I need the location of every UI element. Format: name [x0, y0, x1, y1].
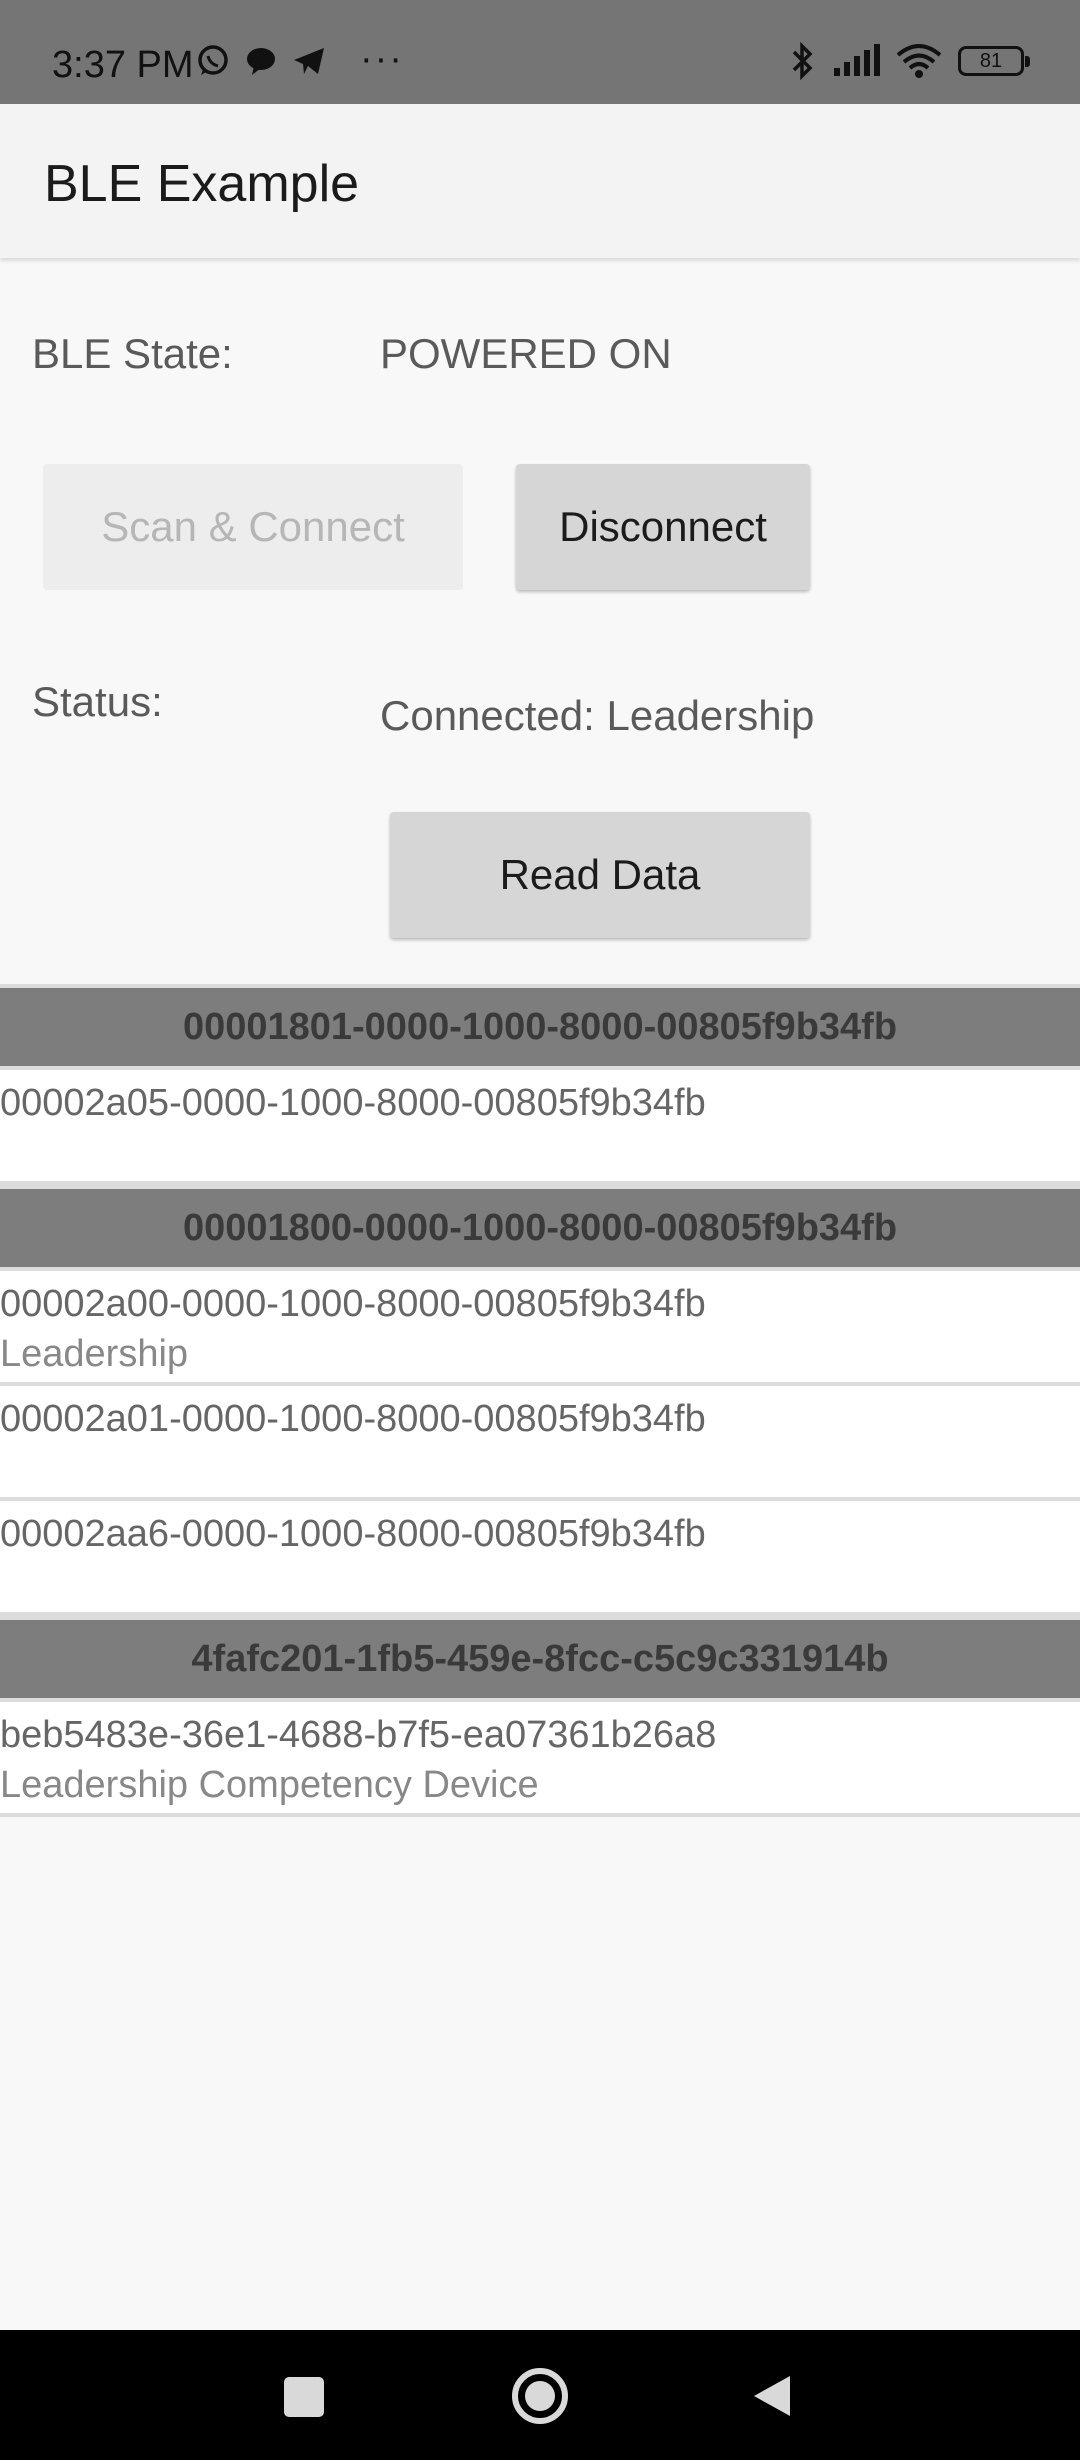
characteristic-row[interactable]: 00002a01-0000-1000-8000-00805f9b34fb — [0, 1386, 1080, 1501]
app-bar: BLE Example — [0, 104, 1080, 258]
service-header[interactable]: 4fafc201-1fb5-459e-8fcc-c5c9c331914b — [0, 1616, 1080, 1702]
status-label: Status: — [32, 678, 163, 725]
characteristic-uuid: 00002a01-0000-1000-8000-00805f9b34fb — [0, 1398, 706, 1440]
characteristic-row[interactable]: beb5483e-36e1-4688-b7f5-ea07361b26a8 Lea… — [0, 1702, 1080, 1817]
recents-square-icon[interactable] — [282, 2375, 326, 2419]
more-notifications-icon: ··· — [360, 38, 404, 80]
disconnect-button[interactable]: Disconnect — [516, 464, 810, 590]
status-bar: 3:37 PM ··· 81 — [0, 0, 1080, 104]
bluetooth-icon — [792, 42, 813, 80]
back-triangle-icon[interactable] — [750, 2372, 794, 2420]
ble-state-label: BLE State: — [32, 330, 233, 377]
characteristic-row[interactable]: 00002a05-0000-1000-8000-00805f9b34fb — [0, 1070, 1080, 1185]
system-icons: 81 — [774, 42, 1030, 80]
telegram-icon — [294, 48, 324, 74]
scan-connect-button[interactable]: Scan & Connect — [43, 464, 463, 590]
characteristic-uuid: 00002aa6-0000-1000-8000-00805f9b34fb — [0, 1513, 706, 1555]
ble-state-value: POWERED ON — [380, 330, 672, 377]
status-value: Connected: Leadership — [380, 692, 815, 739]
characteristic-uuid: beb5483e-36e1-4688-b7f5-ea07361b26a8 — [0, 1714, 717, 1756]
characteristic-value: Leadership — [0, 1333, 189, 1375]
service-header[interactable]: 00001800-0000-1000-8000-00805f9b34fb — [0, 1185, 1080, 1271]
battery-icon: 81 — [958, 46, 1030, 76]
app-title: BLE Example — [44, 155, 360, 213]
status-time: 3:37 PM — [52, 44, 194, 86]
service-header[interactable]: 00001801-0000-1000-8000-00805f9b34fb — [0, 984, 1080, 1070]
read-data-button[interactable]: Read Data — [390, 812, 810, 938]
chat-bubble-icon — [247, 48, 275, 75]
navigation-bar — [0, 2330, 1080, 2460]
characteristic-row[interactable]: 00002a00-0000-1000-8000-00805f9b34fb Lea… — [0, 1271, 1080, 1386]
wifi-icon — [896, 44, 942, 78]
services-list: 00001801-0000-1000-8000-00805f9b34fb 000… — [0, 984, 1080, 1817]
signal-icon — [834, 44, 880, 76]
home-circle-icon[interactable] — [510, 2366, 570, 2426]
characteristic-uuid: 00002a00-0000-1000-8000-00805f9b34fb — [0, 1283, 706, 1325]
notification-icons — [196, 44, 340, 78]
whatsapp-icon — [198, 45, 228, 75]
characteristic-value: Leadership Competency Device — [0, 1764, 539, 1806]
characteristic-uuid: 00002a05-0000-1000-8000-00805f9b34fb — [0, 1082, 706, 1124]
characteristic-row[interactable]: 00002aa6-0000-1000-8000-00805f9b34fb — [0, 1501, 1080, 1616]
